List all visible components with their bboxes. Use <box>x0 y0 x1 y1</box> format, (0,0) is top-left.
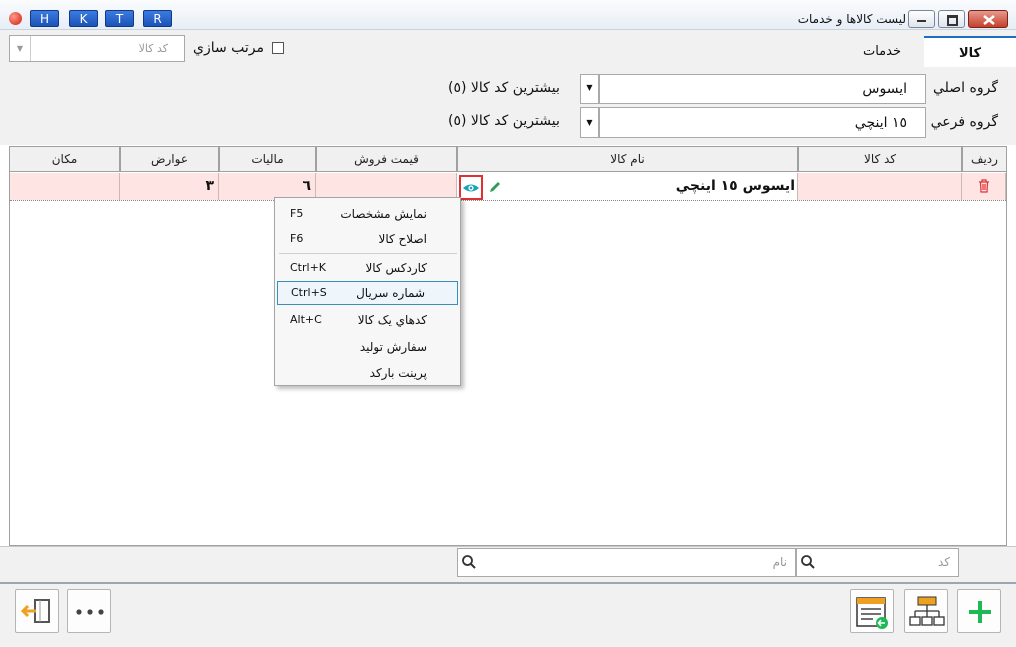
search-icon <box>801 555 815 569</box>
sort-dropdown-arrow[interactable]: ▼ <box>10 36 31 61</box>
report-list-icon <box>856 597 888 629</box>
delete-icon[interactable] <box>978 179 990 193</box>
shortcut-button-h[interactable]: H <box>30 10 59 27</box>
context-menu: نمايش مشخصات F5 اصلاح کالا F6 کاردکس کالا C… <box>274 197 461 386</box>
tab-services[interactable]: خدمات <box>840 36 924 67</box>
pencil-icon <box>490 182 500 192</box>
name-search-placeholder: نام <box>772 555 787 569</box>
col-name[interactable]: نام کالا <box>457 146 798 172</box>
menu-item-print-barcode[interactable]: پرينت بارکد <box>276 361 459 385</box>
title-bar: H K T R ليست کالاها و خدمات <box>0 0 1016 30</box>
sub-group-value: ١٥ اينچي <box>854 115 907 131</box>
eye-icon <box>463 184 479 192</box>
menu-item-cardex[interactable]: کاردکس کالا Ctrl+K <box>276 256 459 280</box>
code-cell[interactable] <box>798 173 962 200</box>
menu-item-edit-product[interactable]: اصلاح کالا F6 <box>276 227 459 251</box>
more-button[interactable] <box>67 589 111 633</box>
report-button[interactable] <box>850 589 894 633</box>
sub-group-dropdown[interactable]: ▼ <box>580 107 599 138</box>
tax-cell[interactable]: ٦ <box>219 173 316 200</box>
main-group-max-code: بيشترين کد کالا (٥) <box>448 80 560 96</box>
main-group-value: ايسوس <box>862 81 907 97</box>
main-group-input[interactable]: ايسوس <box>599 74 926 104</box>
maximize-button[interactable] <box>938 10 965 28</box>
group-tree-button[interactable] <box>904 589 948 633</box>
col-location[interactable]: مکان <box>9 146 120 172</box>
col-tax[interactable]: ماليات <box>219 146 316 172</box>
sub-group-label: گروه فرعي <box>930 114 998 130</box>
main-group-dropdown[interactable]: ▼ <box>580 74 599 104</box>
col-duties[interactable]: عوارض <box>120 146 219 172</box>
search-icon <box>462 555 476 569</box>
minimize-button[interactable] <box>908 10 935 28</box>
name-cell[interactable]: ايسوس ١٥ اينچي <box>508 173 798 200</box>
sort-field[interactable]: ▼ کد کالا <box>9 35 185 62</box>
more-dots-icon <box>76 609 104 615</box>
hierarchy-tree-icon <box>909 596 945 626</box>
location-cell[interactable] <box>10 173 120 200</box>
sort-label: مرتب سازي <box>193 40 265 56</box>
row-number-cell[interactable] <box>962 173 1006 200</box>
grid-frame <box>9 146 1007 546</box>
col-price[interactable]: قيمت فروش <box>316 146 457 172</box>
plus-icon <box>969 601 991 623</box>
menu-item-production-order[interactable]: سفارش توليد <box>276 335 459 359</box>
sort-field-placeholder: کد کالا <box>138 42 168 55</box>
add-button[interactable] <box>957 589 1001 633</box>
tab-goods[interactable]: کالا <box>924 36 1016 67</box>
exit-button[interactable] <box>15 589 59 633</box>
menu-item-product-codes[interactable]: کدهاي يک کالا Alt+C <box>276 308 459 332</box>
price-cell[interactable] <box>316 173 457 200</box>
edit-button[interactable] <box>484 176 506 198</box>
sub-group-input[interactable]: ١٥ اينچي <box>599 107 926 138</box>
window-title: ليست کالاها و خدمات <box>797 12 906 26</box>
col-code[interactable]: کد کالا <box>798 146 962 172</box>
menu-item-serial-number[interactable]: شماره سريال Ctrl+S <box>277 281 458 305</box>
shortcut-button-t[interactable]: T <box>105 10 134 27</box>
product-name: ايسوس ١٥ اينچي <box>675 178 795 194</box>
view-details-button[interactable] <box>459 175 483 200</box>
duties-cell[interactable]: ٣ <box>120 173 219 200</box>
sub-group-max-code: بيشترين کد کالا (٥) <box>448 113 560 129</box>
duties-value: ٣ <box>205 178 214 194</box>
app-icon <box>9 12 22 25</box>
code-search-placeholder: کد <box>937 555 950 569</box>
menu-separator <box>279 253 457 254</box>
menu-item-show-details[interactable]: نمايش مشخصات F5 <box>276 202 459 226</box>
shortcut-button-r[interactable]: R <box>143 10 172 27</box>
main-group-label: گروه اصلي <box>932 80 998 96</box>
maximize-icon <box>947 15 958 26</box>
name-search-input[interactable]: نام <box>457 548 796 577</box>
close-icon <box>983 15 995 25</box>
code-search-input[interactable]: کد <box>796 548 959 577</box>
minimize-icon <box>917 20 926 22</box>
tax-value: ٦ <box>302 178 311 194</box>
close-button[interactable] <box>968 10 1008 28</box>
exit-door-icon <box>20 599 50 623</box>
col-row-number[interactable]: رديف <box>962 146 1007 172</box>
shortcut-button-k[interactable]: K <box>69 10 98 27</box>
sort-checkbox[interactable] <box>272 42 284 54</box>
